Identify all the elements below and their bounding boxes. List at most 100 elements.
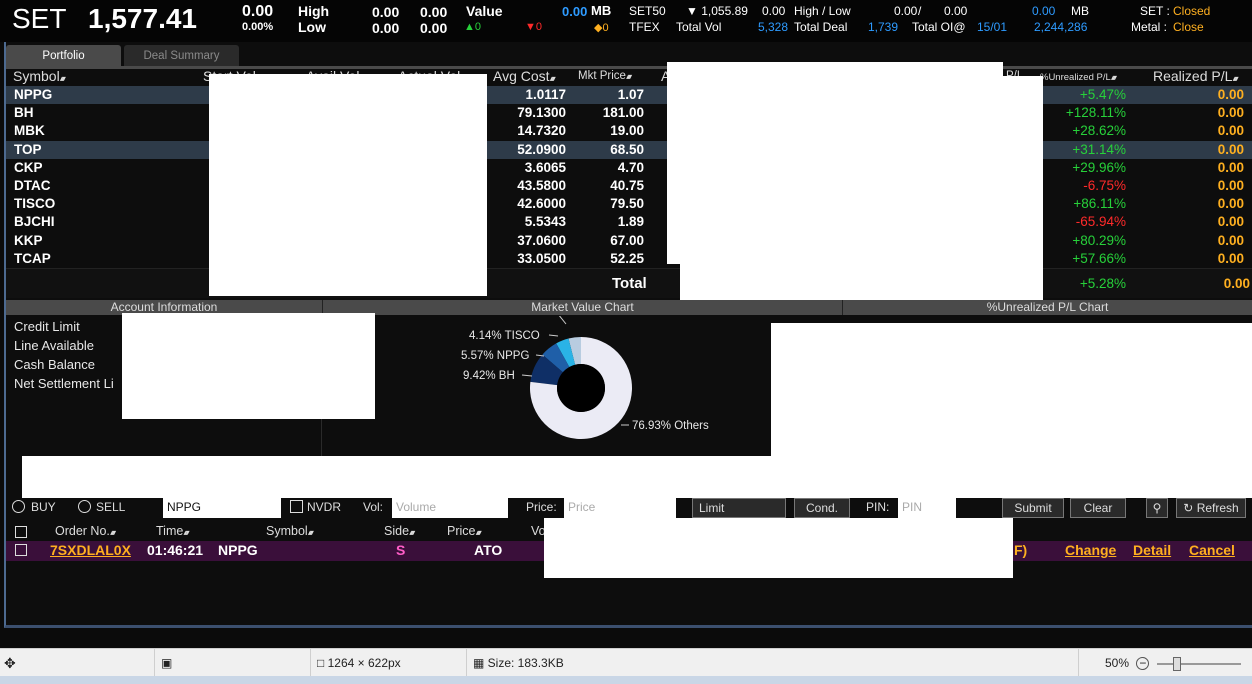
row-symbol: TCAP <box>14 250 51 266</box>
change-order-link[interactable]: Change <box>1065 542 1116 558</box>
row-mkt-price: 19.00 <box>610 123 644 139</box>
row-mkt-price: 4.70 <box>617 159 644 175</box>
viewer-status-bar: ✥ ▣ □ 1264 × 622px ▦ Size: 183.3KB 50% − <box>0 648 1252 677</box>
row-unrealized-pct: +57.66% <box>1072 250 1126 266</box>
sell-radio[interactable] <box>78 500 91 513</box>
row-avg-cost: 5.5343 <box>524 214 566 230</box>
zoom-slider[interactable] <box>1156 656 1241 671</box>
table-row[interactable]: KKP 37.0600 67.00 +80.29% 0.00 <box>6 232 1252 250</box>
clear-button[interactable]: Clear <box>1070 498 1126 518</box>
row-symbol: CKP <box>14 159 43 175</box>
row-unrealized-pct: -6.75% <box>1083 178 1126 193</box>
buy-radio[interactable] <box>12 500 25 513</box>
table-row[interactable]: BJCHI 5.5343 1.89 -65.94% 0.00 <box>6 213 1252 231</box>
move-icon[interactable]: ✥ <box>4 649 16 677</box>
price-input[interactable]: Price <box>564 498 676 518</box>
refresh-button[interactable]: ↻ Refresh <box>1176 498 1246 518</box>
volume-input[interactable]: Volume <box>392 498 508 518</box>
high-low-value-2: 0.00 <box>944 4 968 18</box>
set50-value: ▼ 1,055.89 <box>686 4 748 18</box>
symbol-input[interactable]: NPPG <box>163 498 281 518</box>
order-form: BUY SELL NPPG NVDR Vol: Volume Price: Pr… <box>6 498 1252 518</box>
col-order-symbol[interactable]: Symbol <box>266 524 312 538</box>
cond-button[interactable]: Cond. <box>794 498 850 518</box>
set50-mb-label: MB <box>1071 4 1089 18</box>
nvdr-checkbox[interactable] <box>290 500 303 513</box>
row-realized-pl: 0.00 <box>1217 123 1244 139</box>
table-row[interactable]: MBK 14.7320 19.00 +28.62% 0.00 <box>6 122 1252 140</box>
donut-hole <box>557 364 605 412</box>
row-unrealized-pct: +80.29% <box>1072 232 1126 248</box>
set-status-label: SET : <box>1140 4 1170 18</box>
row-unrealized-pct: +128.11% <box>1065 105 1126 121</box>
market-value-chart-header: Market Value Chart <box>322 300 842 315</box>
table-row[interactable]: BH 79.1300 181.00 +128.11% 0.00 <box>6 104 1252 122</box>
row-symbol: MBK <box>14 123 45 139</box>
order-checkbox[interactable] <box>15 544 27 556</box>
tab-portfolio[interactable]: Portfolio <box>6 45 121 67</box>
row-avg-cost: 3.6065 <box>524 159 566 175</box>
market-ticker: SET 1,577.41 0.00 0.00% High Low 0.00 0.… <box>0 0 1252 42</box>
row-realized-pl: 0.00 <box>1217 178 1244 193</box>
row-avg-cost: 79.1300 <box>517 105 566 121</box>
tab-deal-summary[interactable]: Deal Summary <box>124 45 239 67</box>
search-icon[interactable]: ⚲ <box>1146 498 1168 518</box>
redaction-box <box>209 74 487 296</box>
row-mkt-price: 1.89 <box>617 214 644 230</box>
low-value-2: 0.00 <box>420 20 448 36</box>
order-number-link[interactable]: 7SXDLAL0X <box>50 542 131 558</box>
order-type-select[interactable]: Limit <box>692 498 786 518</box>
low-value-1: 0.00 <box>372 20 400 36</box>
order-side: S <box>396 542 406 558</box>
col-side[interactable]: Side <box>384 524 413 538</box>
col-price[interactable]: Price <box>447 524 480 538</box>
row-symbol: BJCHI <box>14 214 55 230</box>
row-mkt-price: 52.25 <box>610 250 644 266</box>
total-vol-label: Total Vol <box>676 20 722 34</box>
select-all-checkbox[interactable] <box>15 526 27 538</box>
high-low-label: High / Low <box>794 4 851 18</box>
total-oi: 2,244,286 <box>1034 20 1088 34</box>
table-row[interactable]: TOP 52.0900 68.50 +31.14% 0.00 <box>6 140 1252 159</box>
index-name: SET <box>12 3 67 34</box>
row-realized-pl: 0.00 <box>1217 196 1244 212</box>
pin-input[interactable]: PIN <box>898 498 956 518</box>
zoom-out-icon[interactable]: − <box>1136 657 1150 670</box>
total-deal-label: Total Deal <box>794 20 848 34</box>
donut-label-nppg: 5.57% NPPG <box>461 350 529 362</box>
total-realized-pl: 0.00 <box>1223 276 1250 291</box>
cancel-order-link[interactable]: Cancel <box>1189 542 1235 558</box>
index-change-pct: 0.00% <box>242 21 274 33</box>
total-unrealized-pct: +5.28% <box>1079 276 1126 291</box>
col-realized-pl[interactable]: Realized P/L <box>1153 68 1237 86</box>
col-symbol[interactable]: Symbol <box>13 68 64 86</box>
total-deal: 1,739 <box>868 20 899 34</box>
down-count: ▼0 <box>525 21 543 33</box>
col-time[interactable]: Time <box>156 524 188 538</box>
detail-order-link[interactable]: Detail <box>1133 542 1171 558</box>
crop-icon[interactable]: ▣ <box>154 649 304 677</box>
row-realized-pl: 0.00 <box>1217 141 1244 157</box>
zoom-control: 50% − <box>1078 649 1252 677</box>
donut-leader-line <box>548 334 559 337</box>
row-symbol: NPPG <box>14 87 53 102</box>
row-symbol: KKP <box>14 232 43 248</box>
high-value-1: 0.00 <box>372 4 400 20</box>
table-row[interactable]: DTAC 43.5800 40.75 -6.75% 0.00 <box>6 177 1252 195</box>
row-realized-pl: 0.00 <box>1217 250 1244 266</box>
total-label: Total <box>612 275 647 292</box>
low-label: Low <box>298 19 326 35</box>
table-row[interactable]: TISCO 42.6000 79.50 +86.11% 0.00 <box>6 195 1252 213</box>
submit-button[interactable]: Submit <box>1002 498 1064 518</box>
order-price: ATO <box>474 542 503 558</box>
col-avg-cost[interactable]: Avg Cost <box>493 68 554 86</box>
col-order-no[interactable]: Order No. <box>55 524 114 538</box>
metal-status: Close <box>1173 20 1204 34</box>
value-mb: 0.00 <box>562 4 588 19</box>
row-avg-cost: 14.7320 <box>517 123 566 139</box>
index-change: 0.00 <box>242 3 274 20</box>
table-row[interactable]: NPPG 1.0117 1.07 +5.47% 0.00 <box>6 86 1252 104</box>
redaction-box <box>544 518 1013 578</box>
table-row[interactable]: TCAP 33.0500 52.25 +57.66% 0.00 <box>6 250 1252 268</box>
table-row[interactable]: CKP 3.6065 4.70 +29.96% 0.00 <box>6 159 1252 177</box>
